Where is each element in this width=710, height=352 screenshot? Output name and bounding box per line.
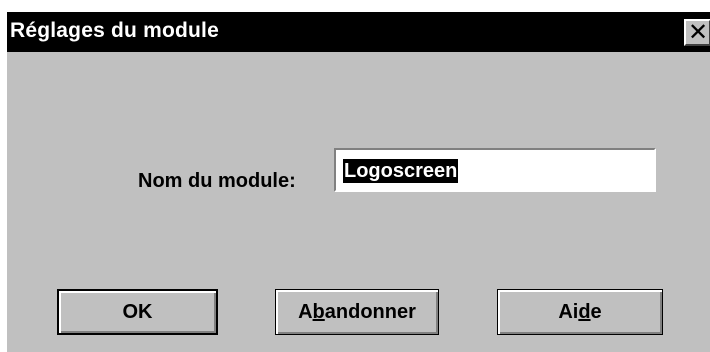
- module-name-value[interactable]: Logoscreen: [343, 159, 459, 183]
- module-name-input[interactable]: Logoscreen: [334, 148, 656, 192]
- dialog-title: Réglages du module: [10, 19, 219, 42]
- title-bar[interactable]: Réglages du module ✕: [7, 12, 710, 52]
- ok-button-label: OK: [122, 300, 153, 323]
- close-button[interactable]: ✕: [684, 18, 710, 46]
- module-name-label: Nom du module:: [138, 170, 296, 192]
- help-button[interactable]: Aide: [497, 289, 663, 335]
- module-settings-dialog: Réglages du module ✕ Nom du module: Logo…: [7, 12, 710, 352]
- ok-button[interactable]: OK: [57, 289, 218, 335]
- close-icon: ✕: [688, 18, 709, 46]
- abandon-button-label: Abandonner: [298, 300, 416, 323]
- abandon-button[interactable]: Abandonner: [275, 289, 439, 335]
- help-button-label: Aide: [558, 300, 602, 323]
